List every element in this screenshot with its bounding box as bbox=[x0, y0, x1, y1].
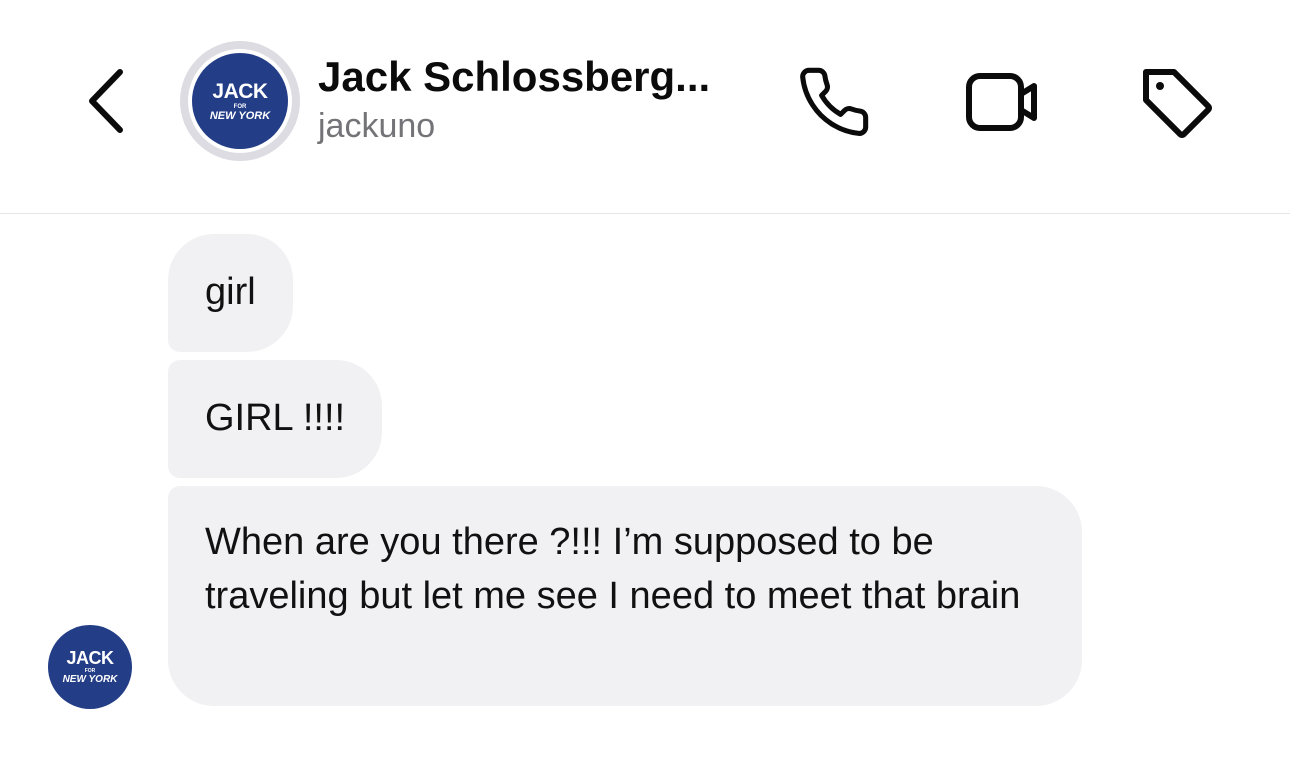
contact-name: Jack Schlossberg... bbox=[318, 53, 711, 100]
message-bubble[interactable]: GIRL !!!! bbox=[168, 360, 383, 478]
chevron-left-icon bbox=[89, 69, 123, 133]
contact-handle: jackuno bbox=[318, 107, 436, 145]
sender-avatar[interactable]: JACK FOR NEW YORK bbox=[48, 625, 132, 709]
contact-title-block[interactable]: Jack Schlossberg... jackuno bbox=[318, 52, 710, 146]
message-bubble[interactable]: When are you there ?!!! I’m supposed to … bbox=[168, 486, 1082, 706]
tag-button[interactable] bbox=[1138, 64, 1214, 140]
jack-for-new-york-logo: JACK FOR NEW YORK bbox=[48, 625, 132, 709]
jack-for-new-york-logo: JACK FOR NEW YORK bbox=[192, 53, 288, 149]
message-text: GIRL !!!! bbox=[205, 397, 346, 439]
chat-header: JACK FOR NEW YORK Jack Schlossberg... ja… bbox=[0, 0, 1290, 214]
contact-avatar[interactable]: JACK FOR NEW YORK bbox=[180, 41, 300, 161]
audio-call-button[interactable] bbox=[796, 64, 872, 140]
phone-icon bbox=[800, 67, 869, 136]
video-camera-icon bbox=[966, 73, 1037, 131]
message-text: When are you there ?!!! I’m supposed to … bbox=[205, 521, 1021, 617]
message-bubble[interactable]: girl bbox=[168, 234, 293, 352]
video-call-button[interactable] bbox=[958, 64, 1044, 140]
dm-thread-screen: JACK FOR NEW YORK Jack Schlossberg... ja… bbox=[0, 0, 1290, 774]
message-text: girl bbox=[205, 271, 256, 313]
tag-icon bbox=[1143, 69, 1212, 138]
back-button[interactable] bbox=[84, 66, 130, 136]
